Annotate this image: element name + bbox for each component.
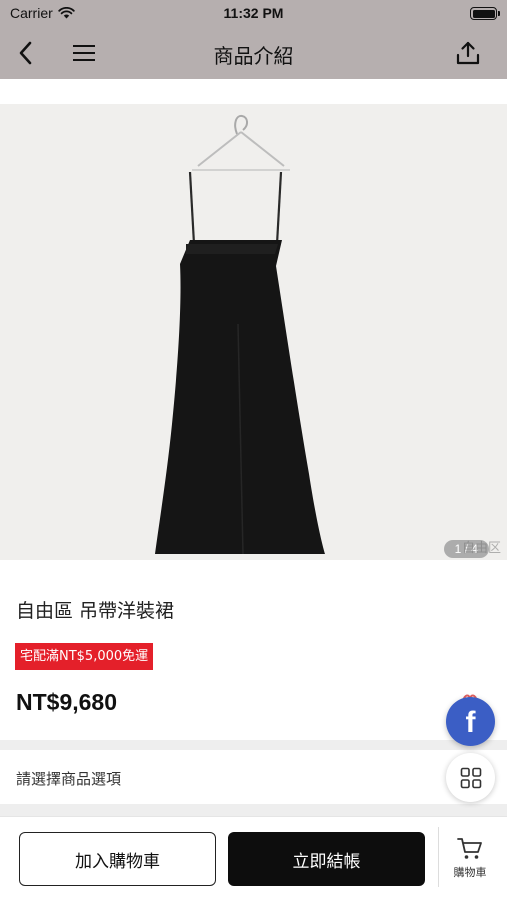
add-to-cart-button[interactable]: 加入購物車: [19, 832, 216, 886]
page-title: 商品介紹: [213, 44, 294, 68]
facebook-icon: f: [465, 705, 476, 739]
share-button[interactable]: [451, 36, 485, 70]
bottom-action-bar: 加入購物車 立即結帳 購物車: [0, 816, 507, 900]
grid-apps-icon: [460, 767, 481, 788]
dress-image: [155, 114, 325, 555]
facebook-button[interactable]: f: [446, 697, 495, 746]
top-bar: Carrier 11:32 PM 商品介紹: [0, 0, 507, 79]
share-upload-icon: [456, 41, 480, 65]
option-prompt-label: 請選擇商品選項: [16, 770, 122, 788]
grid-menu-button[interactable]: [446, 753, 495, 802]
select-option-row[interactable]: 請選擇商品選項: [0, 750, 507, 804]
cart-button[interactable]: 購物車: [445, 837, 495, 887]
product-title: 自由區 吊帶洋裝裙: [16, 600, 175, 622]
shopping-cart-icon: [457, 838, 482, 859]
status-bar: Carrier 11:32 PM: [0, 0, 507, 28]
product-image-carousel[interactable]: 1 / 4 自由区: [0, 104, 507, 560]
checkout-button[interactable]: 立即結帳: [228, 832, 425, 886]
product-price: NT$9,680: [16, 689, 118, 715]
status-time: 11:32 PM: [223, 5, 284, 21]
separator: [438, 827, 439, 887]
spacer: [0, 79, 507, 104]
section-divider: [0, 804, 507, 816]
shipping-badge: 宅配滿NT$5,000免運: [15, 643, 154, 670]
navigation-bar: 商品介紹: [0, 28, 507, 79]
cart-label: 購物車: [453, 866, 487, 879]
watermark-logo: 自由区: [461, 541, 501, 556]
battery-icon: [470, 7, 500, 20]
section-divider: [0, 740, 507, 750]
